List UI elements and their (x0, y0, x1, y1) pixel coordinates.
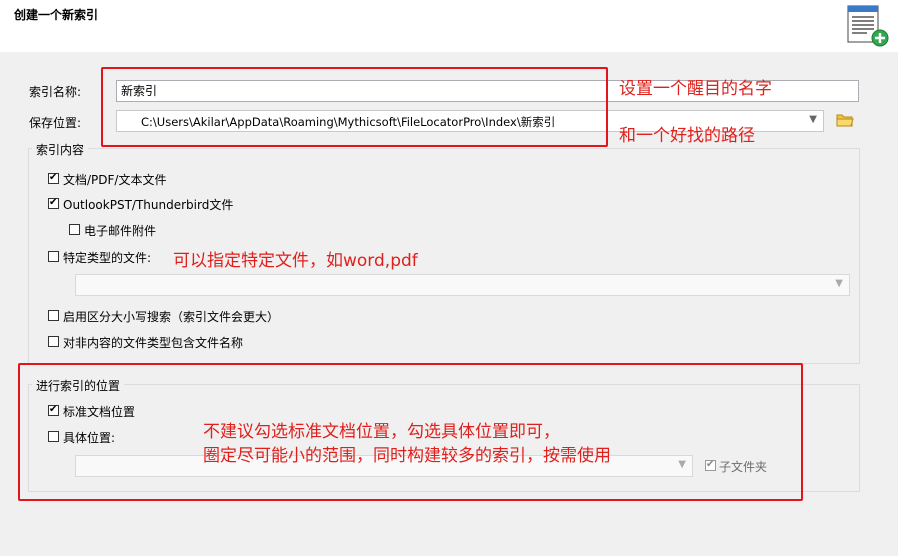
folder-icon[interactable] (836, 113, 854, 127)
annotation-location-hint-1: 不建议勾选标准文档位置，勾选具体位置即可， (203, 422, 560, 442)
dialog-title: 创建一个新索引 (14, 8, 99, 22)
save-location-label: 保存位置: (29, 116, 82, 130)
case-sensitive-checkbox[interactable] (48, 310, 59, 321)
new-index-document-icon (845, 4, 891, 48)
outlook-checkbox[interactable] (48, 198, 59, 209)
annotation-path-hint: 和一个好找的路径 (619, 126, 755, 146)
outlook-label: OutlookPST/Thunderbird文件 (63, 198, 234, 212)
index-content-title: 索引内容 (32, 141, 89, 158)
annotation-name-hint: 设置一个醒目的名字 (619, 79, 772, 99)
annotation-box-name-path (101, 67, 608, 147)
include-filenames-checkbox[interactable] (48, 336, 59, 347)
annotation-types-hint: 可以指定特定文件，如word,pdf (173, 251, 418, 271)
documents-checkbox[interactable] (48, 173, 59, 184)
documents-label: 文档/PDF/文本文件 (63, 173, 167, 187)
email-attachments-label: 电子邮件附件 (84, 224, 157, 238)
specific-types-combo[interactable]: ▼ (75, 274, 850, 296)
dialog-header (0, 0, 898, 52)
index-name-label: 索引名称: (29, 85, 82, 99)
chevron-down-icon[interactable]: ▼ (809, 114, 817, 125)
specific-types-checkbox[interactable] (48, 251, 59, 262)
annotation-location-hint-2: 圈定尽可能小的范围，同时构建较多的索引，按需使用 (203, 446, 611, 466)
chevron-down-icon[interactable]: ▼ (835, 278, 843, 289)
include-filenames-label: 对非内容的文件类型包含文件名称 (63, 336, 244, 350)
case-sensitive-label: 启用区分大小写搜索（索引文件会更大） (63, 310, 280, 324)
email-attachments-checkbox[interactable] (69, 224, 80, 235)
specific-types-label: 特定类型的文件: (63, 251, 152, 265)
